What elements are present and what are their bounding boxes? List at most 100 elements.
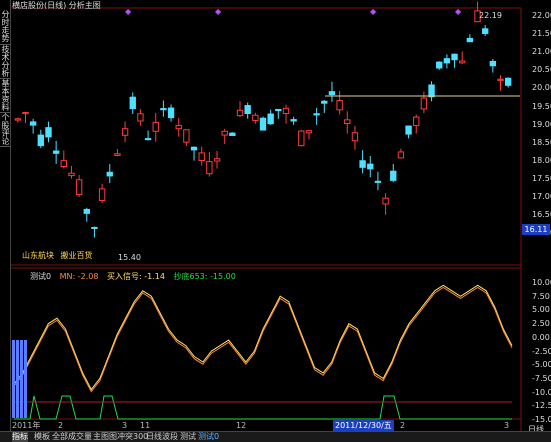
candle-body	[351, 132, 359, 142]
candle-body	[106, 171, 113, 177]
candle-body	[221, 130, 228, 136]
candle-body	[37, 134, 44, 147]
indicator-tick-label: -7.50	[532, 373, 551, 383]
date-highlight: 2011/12/30/五	[333, 420, 394, 431]
sidebar: 分时走势 技术分析 基本资料 个股评论	[0, 0, 11, 432]
candlestick-series	[14, 1, 512, 238]
candle-body	[45, 127, 52, 138]
marker-2: ◆	[215, 7, 222, 16]
candle-body	[129, 96, 136, 110]
candle-body	[459, 60, 466, 64]
indicator-tick-label: 5.00	[532, 305, 550, 315]
current-price-tag: 16.11	[522, 224, 550, 235]
price-tick-label: 18.00	[532, 155, 551, 165]
indicator-tick-label: -2.50	[532, 346, 551, 356]
indicator-tick-label: 7.50	[532, 291, 550, 301]
indicator-tick-label: 10.00	[532, 278, 551, 287]
candle-body	[259, 117, 267, 131]
main-chart-frame	[9, 7, 522, 266]
candle-body	[144, 138, 152, 141]
candle-body	[504, 77, 512, 86]
candle-body	[121, 128, 129, 136]
candle-body	[198, 152, 205, 161]
price-tick-label: 18.50	[532, 137, 551, 147]
candle-body	[14, 118, 22, 121]
candle-body	[367, 163, 374, 170]
sector-name: 搬业百货	[60, 251, 93, 260]
window-title: 横店股份(日线) 分析主图	[12, 1, 101, 10]
buy-signal-value: 买入信号: -1.14	[107, 272, 165, 281]
candle-body	[290, 119, 297, 122]
date-axis: 2011年 2 3 11 12 2011/12/30/五 2 3	[0, 420, 520, 431]
tab-pinglun[interactable]: 个股评论	[0, 112, 10, 147]
date-label: 3	[122, 421, 128, 430]
tab-jishu[interactable]: 技术分析	[0, 44, 10, 79]
candle-body	[83, 208, 90, 214]
candle-body	[390, 170, 397, 181]
indicator-tick-label: -5.00	[532, 360, 551, 370]
candle-body	[244, 105, 251, 115]
candle-body	[175, 124, 182, 130]
price-tick-label: 16.50	[532, 210, 551, 220]
candle-body	[328, 91, 336, 96]
bottom-value: 抄底653: -15.00	[173, 272, 236, 281]
indicator-bar	[16, 340, 19, 418]
bottom-signal-line	[14, 395, 512, 420]
indicator-lines	[13, 284, 513, 393]
marker-1: ◆	[125, 7, 132, 16]
marker-4: ◆	[455, 7, 462, 16]
candle-body	[313, 113, 320, 116]
candle-body	[305, 130, 313, 134]
price-tick-label: 19.00	[532, 119, 551, 129]
date-label: 2	[400, 421, 406, 430]
indicator-bar	[12, 340, 15, 418]
candle-body	[497, 78, 504, 81]
candle-body	[213, 158, 221, 162]
tab-jiben[interactable]: 基本资料	[0, 78, 10, 113]
price-tick-label: 17.50	[532, 173, 551, 183]
indicator-bars	[12, 340, 512, 420]
candle-body	[443, 58, 451, 64]
date-label: 2011年	[12, 421, 41, 430]
price-tick-label: 17.00	[532, 192, 551, 201]
candle-body	[60, 160, 67, 168]
price-tick-label: 19.50	[532, 101, 551, 111]
high-price-label: 22.19	[479, 11, 502, 20]
buy-signal-line	[13, 284, 513, 391]
candle-body	[397, 151, 405, 159]
bottom-tab-bar: 指标 模板 全部 成交量 主图图 冲突300 日线波段 测试 测试0	[0, 431, 551, 442]
indicator-name: 测试0	[30, 272, 52, 281]
mn-line	[13, 286, 513, 393]
price-tick-label: 22.00	[532, 11, 551, 20]
candle-body	[190, 146, 198, 151]
indicator-legend: 测试0 MN: -2.08 买入信号: -1.14 抄底653: -15.00	[30, 271, 242, 282]
candle-body	[252, 114, 259, 122]
indicator-tick-label: -10.00	[532, 387, 551, 397]
candle-body	[267, 113, 274, 125]
candle-body	[298, 130, 305, 147]
candle-body	[52, 150, 60, 154]
candle-body	[68, 172, 75, 177]
indicator-bar	[20, 340, 23, 418]
tab-fenshi[interactable]: 分时走势	[0, 8, 10, 45]
indicator-tick-label: 2.50	[532, 319, 550, 329]
candle-body	[152, 121, 159, 132]
candle-body	[451, 53, 458, 61]
marker-3: ◆	[370, 7, 377, 16]
indicator-bar	[24, 340, 27, 418]
candle-body	[206, 161, 213, 175]
low-price-label: 15.40	[118, 253, 141, 262]
price-tick-label: 21.50	[532, 29, 551, 39]
chart-canvas[interactable]: ◆ ◆ ◆ ◆	[0, 0, 551, 441]
candle-body	[98, 188, 106, 202]
candle-body	[321, 100, 328, 104]
candle-body	[428, 84, 435, 98]
candle-body	[183, 129, 190, 143]
candle-body	[489, 60, 497, 67]
date-label: 11	[140, 421, 151, 430]
candle-body	[436, 61, 443, 69]
candle-body	[466, 37, 474, 43]
candle-body	[420, 97, 428, 110]
date-label: 2	[58, 421, 64, 430]
candle-body	[236, 109, 244, 117]
